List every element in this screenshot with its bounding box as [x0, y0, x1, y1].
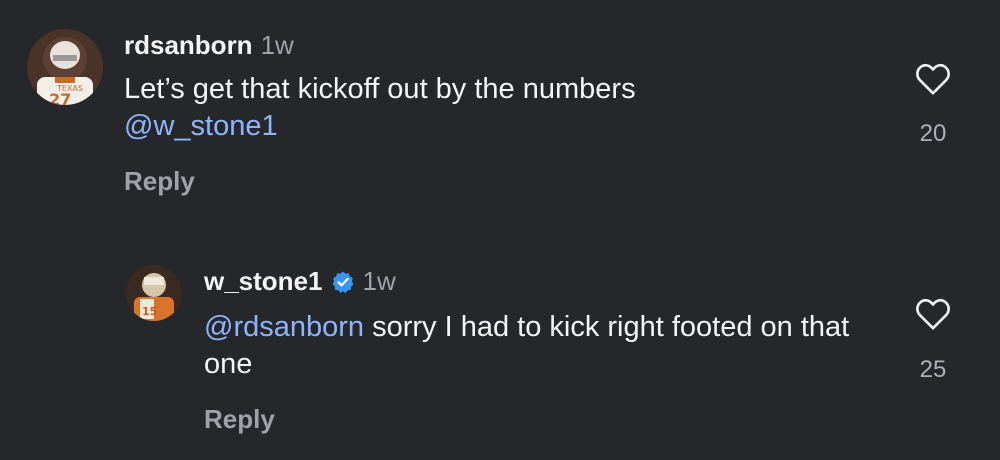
like-button[interactable]	[913, 59, 953, 99]
verified-badge-icon	[331, 270, 355, 294]
comment-text: @rdsanborn sorry I had to kick right foo…	[204, 309, 884, 383]
timestamp: 1w	[260, 30, 294, 60]
mention-link[interactable]: @w_stone1	[124, 110, 278, 142]
like-count: 25	[919, 356, 947, 383]
heart-icon	[916, 298, 950, 330]
username[interactable]: w_stone1	[204, 266, 323, 297]
mention-link[interactable]: @rdsanborn	[204, 311, 364, 343]
comment-text: Let’s get that kickoff out by the number…	[124, 71, 844, 145]
reply-button[interactable]: Reply	[124, 166, 195, 197]
comment-body: Let’s get that kickoff out by the number…	[124, 73, 636, 105]
like-count: 20	[919, 120, 947, 147]
comment-header: w_stone1 1w	[204, 266, 396, 297]
reply-button[interactable]: Reply	[204, 404, 275, 435]
timestamp: 1w	[362, 266, 396, 296]
avatar-image: 15	[126, 265, 182, 321]
avatar-image: TEXAS 27	[27, 29, 103, 105]
svg-text:27: 27	[49, 90, 71, 105]
username[interactable]: rdsanborn	[124, 30, 253, 61]
svg-text:15: 15	[142, 305, 157, 318]
heart-icon	[916, 63, 950, 95]
like-button[interactable]	[913, 294, 953, 334]
avatar[interactable]: TEXAS 27	[27, 29, 103, 105]
comment-header: rdsanborn 1w	[124, 30, 294, 61]
avatar[interactable]: 15	[126, 265, 182, 321]
